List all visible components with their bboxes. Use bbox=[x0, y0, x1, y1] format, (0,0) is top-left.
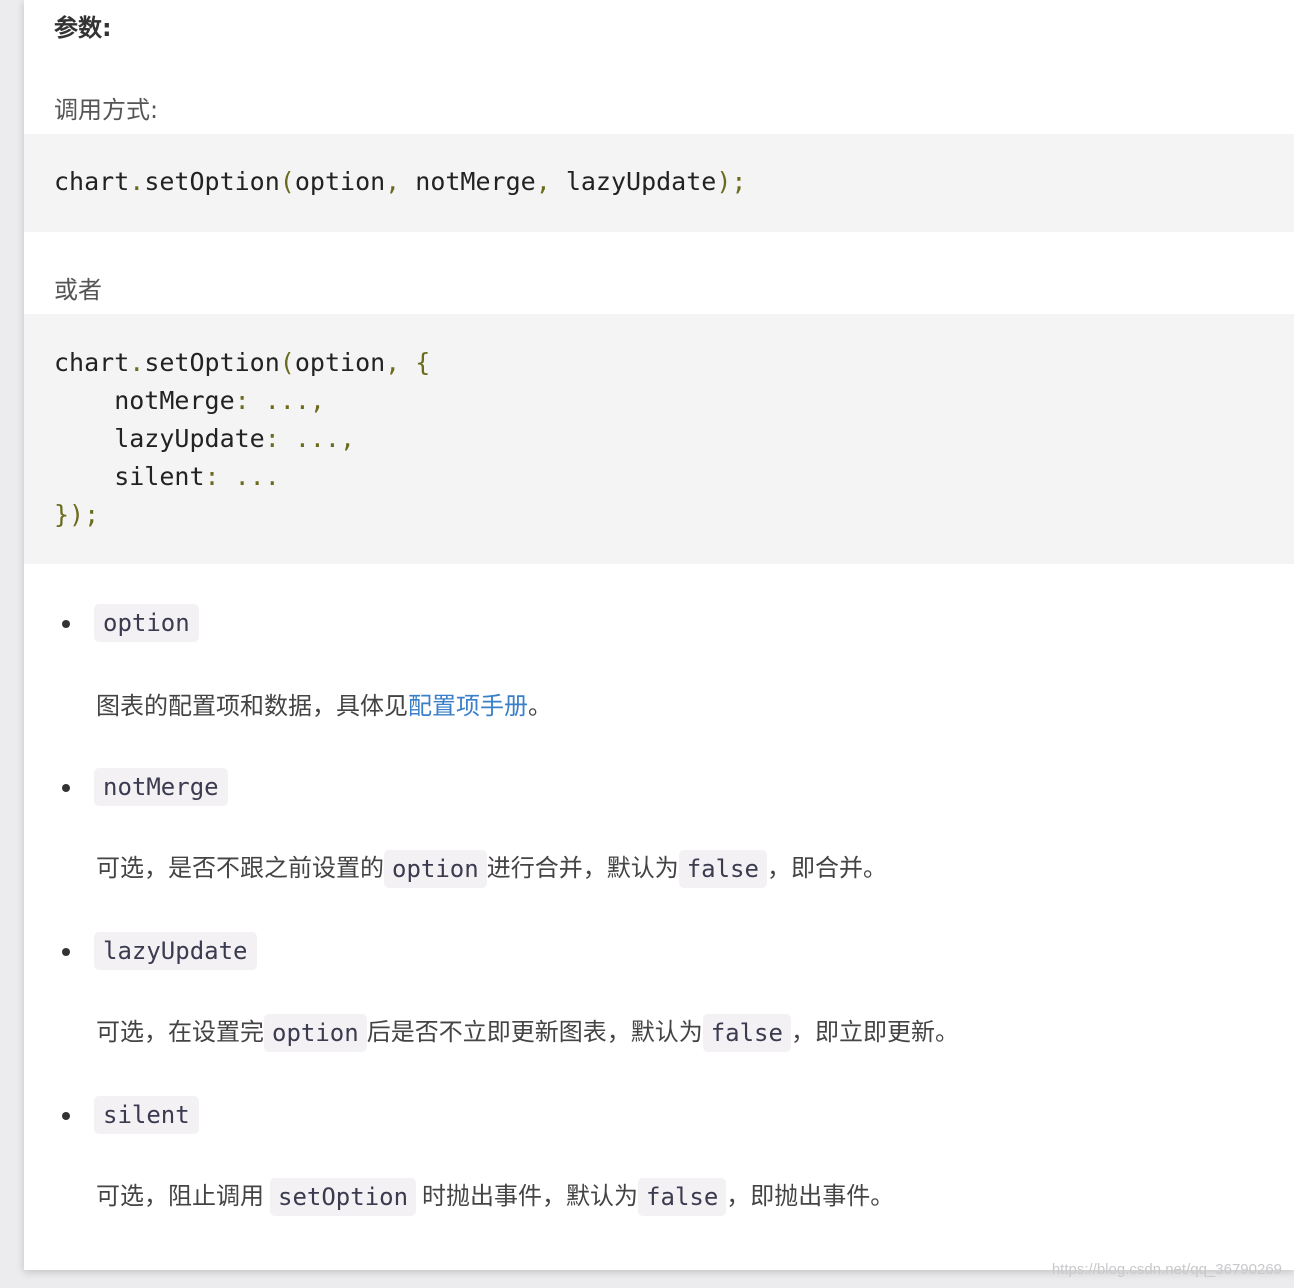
code-line: lazyUpdate: ..., bbox=[54, 420, 1294, 458]
code-token: chart bbox=[54, 348, 130, 377]
param-name: silent bbox=[94, 1096, 199, 1134]
desc-text: 后是否不立即更新图表，默认为 bbox=[366, 1018, 703, 1046]
code-line: }); bbox=[54, 496, 1294, 534]
code-block-options: chart.setOption(option, { notMerge: ...,… bbox=[24, 314, 1294, 564]
inline-code: false bbox=[638, 1178, 727, 1216]
inline-code: option bbox=[384, 850, 487, 888]
code-token: , bbox=[535, 167, 566, 196]
code-line: silent: ... bbox=[54, 458, 1294, 496]
desc-text: 可选，在设置完 bbox=[96, 1018, 264, 1046]
inline-code: setOption bbox=[270, 1178, 417, 1216]
code-line: notMerge: ..., bbox=[54, 382, 1294, 420]
desc-text: 进行合并，默认为 bbox=[486, 854, 679, 882]
code-token: chart bbox=[54, 167, 130, 196]
param-description: 可选，在设置完 option 后是否不立即更新图表，默认为 false ，即立即更新。 bbox=[96, 1012, 959, 1052]
code-token: : ... bbox=[204, 462, 280, 491]
code-line: chart.setOption(option, notMerge, lazyUp… bbox=[54, 163, 1294, 201]
desc-text: ，即立即更新。 bbox=[790, 1018, 959, 1046]
desc-text: 可选，是否不跟之前设置的 bbox=[96, 854, 384, 882]
desc-text: ，即合并。 bbox=[766, 854, 887, 882]
inline-code: false bbox=[678, 850, 767, 888]
code-token: ( bbox=[279, 167, 295, 196]
code-token: . bbox=[129, 167, 145, 196]
code-token: : ..., bbox=[234, 386, 325, 415]
inline-code: option bbox=[264, 1014, 367, 1052]
code-token: , bbox=[385, 167, 416, 196]
param-description: 图表的配置项和数据，具体见配置项手册。 bbox=[96, 686, 552, 726]
bullet-dot bbox=[62, 784, 70, 792]
code-block-call: chart.setOption(option, notMerge, lazyUp… bbox=[24, 134, 1294, 232]
code-token: : ..., bbox=[264, 424, 356, 453]
call-intro-text: 调用方式: bbox=[54, 96, 159, 124]
desc-text: 可选，阻止调用 bbox=[96, 1182, 264, 1210]
code-token: lazyUpdate bbox=[565, 167, 717, 196]
code-token: lazyUpdate bbox=[54, 424, 265, 453]
or-text: 或者 bbox=[54, 276, 102, 304]
bullet-dot bbox=[62, 1112, 70, 1120]
param-description: 可选，阻止调用 setOption 时抛出事件，默认为 false ，即抛出事件。 bbox=[96, 1176, 894, 1216]
code-token: }); bbox=[54, 500, 100, 529]
code-token: notMerge bbox=[415, 167, 536, 196]
bullet-dot bbox=[62, 948, 70, 956]
bullet-dot bbox=[62, 620, 70, 628]
param-name: lazyUpdate bbox=[94, 932, 257, 970]
code-token: setOption bbox=[144, 167, 280, 196]
config-manual-link[interactable]: 配置项手册 bbox=[408, 692, 528, 720]
code-token: option bbox=[294, 167, 386, 196]
code-token: . bbox=[129, 348, 145, 377]
param-name: notMerge bbox=[94, 768, 228, 806]
param-name: option bbox=[94, 604, 199, 642]
desc-text: ，即抛出事件。 bbox=[726, 1182, 895, 1210]
desc-text: 图表的配置项和数据，具体见 bbox=[96, 692, 408, 720]
desc-text: 。 bbox=[528, 692, 552, 720]
code-token: notMerge bbox=[54, 386, 235, 415]
code-token: ); bbox=[716, 167, 747, 196]
param-description: 可选，是否不跟之前设置的 option 进行合并，默认为 false ，即合并。 bbox=[96, 848, 887, 888]
code-token: option bbox=[294, 348, 386, 377]
watermark-text: https://blog.csdn.net/qq_36790269 bbox=[1051, 1261, 1282, 1278]
code-token: setOption bbox=[144, 348, 280, 377]
code-token: silent bbox=[54, 462, 205, 491]
code-token: ( bbox=[279, 348, 295, 377]
code-line: chart.setOption(option, { bbox=[54, 344, 1294, 382]
inline-code: false bbox=[702, 1014, 791, 1052]
desc-text: 时抛出事件，默认为 bbox=[422, 1182, 639, 1210]
section-heading: 参数: bbox=[54, 14, 112, 42]
code-token: , { bbox=[385, 348, 431, 377]
